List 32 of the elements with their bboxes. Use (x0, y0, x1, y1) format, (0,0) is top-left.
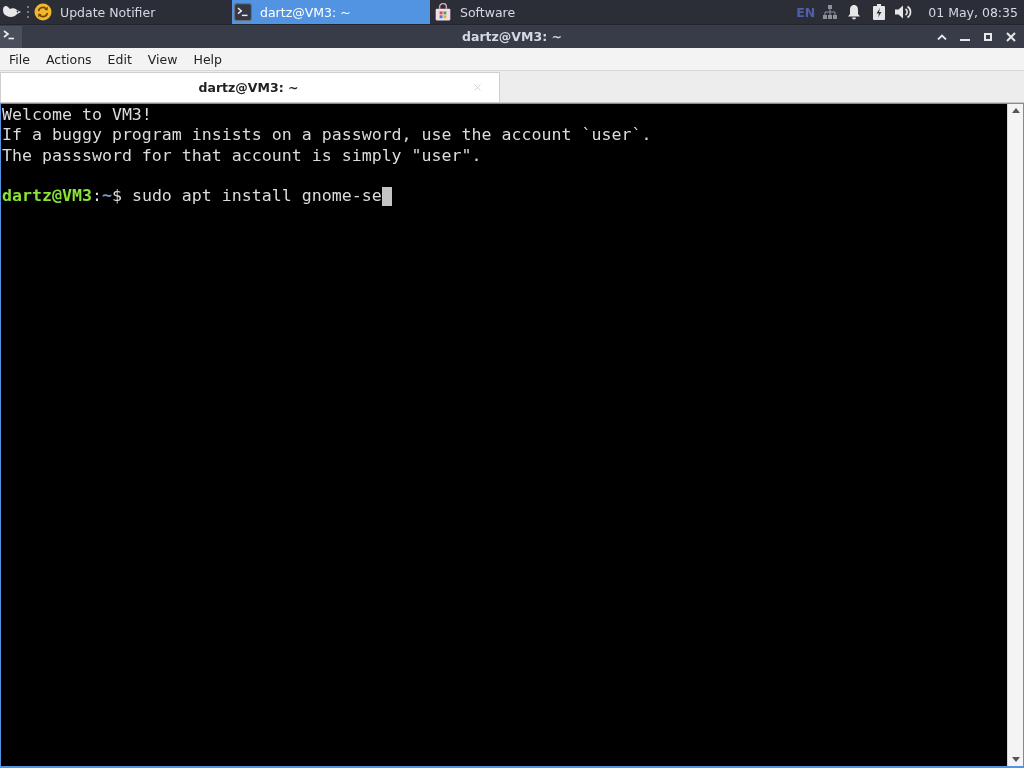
speaker-icon[interactable] (894, 4, 913, 20)
taskbar-button[interactable]: Software (432, 0, 630, 24)
terminal-line: The passsword for that account is simply "user". (2, 145, 482, 166)
close-icon (1005, 31, 1016, 42)
menu-item[interactable]: Help (186, 49, 229, 69)
terminal-tab[interactable]: dartz@VM3: ~ (0, 72, 500, 102)
menu-item[interactable]: File (2, 49, 37, 69)
minimize-icon (959, 38, 970, 41)
menu-item[interactable]: Actions (38, 49, 99, 69)
scroll-down-icon[interactable] (1011, 757, 1020, 762)
refresh-icon (34, 3, 52, 21)
menu-item[interactable]: Edit (100, 49, 139, 69)
mouse-icon[interactable] (2, 4, 22, 20)
clock[interactable]: 01 May, 08:35 (928, 4, 1018, 20)
terminal-icon (234, 3, 252, 21)
chevron-up-icon (936, 33, 947, 40)
battery-icon[interactable] (873, 4, 886, 20)
maximize-icon (983, 32, 992, 41)
shopping-bag-icon (434, 3, 452, 21)
network-icon[interactable] (822, 4, 839, 20)
text-cursor (381, 186, 392, 206)
scroll-up-icon[interactable] (1011, 108, 1020, 113)
scrollbar[interactable] (1007, 104, 1023, 766)
command-line: dartz@VM3:~$ sudo apt install gnome-se (2, 186, 382, 207)
drag-handle-icon[interactable] (27, 6, 29, 18)
terminal-line: Welcome to VM3! (2, 105, 152, 126)
taskbar-button[interactable]: Update Notifier (32, 0, 230, 24)
menu-item[interactable]: View (140, 49, 185, 69)
bell-icon[interactable] (847, 4, 862, 20)
terminal-line: If a buggy program insists on a password, use the account `user`. (2, 125, 652, 146)
window-title: dartz@VM3: ~ (462, 29, 562, 44)
terminal-icon[interactable] (0, 25, 22, 48)
